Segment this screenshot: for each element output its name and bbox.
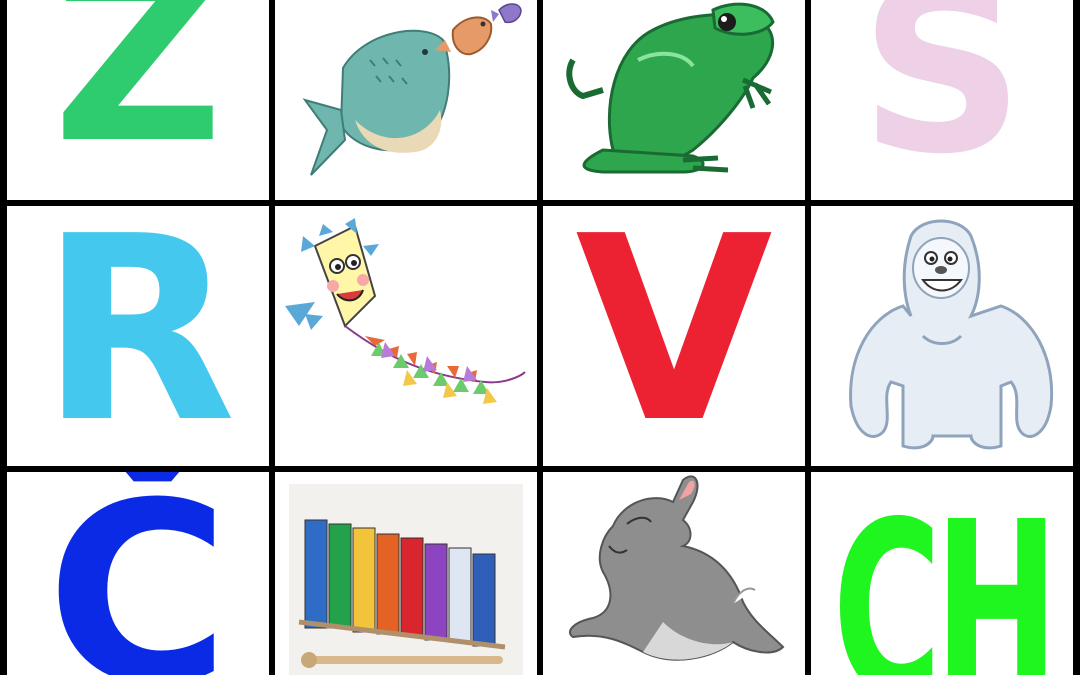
letter-z: Z [52, 0, 224, 195]
cell-letter-v: V [543, 206, 805, 466]
cell-letter-r: R [7, 206, 269, 466]
fish-icon [302, 3, 522, 176]
hare-icon [568, 475, 785, 661]
letter-v: V [575, 206, 773, 466]
cell-letter-ch: CH [811, 472, 1073, 675]
letter-s: S [859, 0, 1025, 200]
cell-yeti [811, 206, 1073, 466]
xylophone-icon [289, 484, 523, 675]
letter-r: R [39, 206, 237, 466]
cell-kite [275, 206, 537, 466]
letter-ch: CH [832, 472, 1059, 675]
cell-hare [543, 472, 805, 675]
letter-c-caron: Č [46, 472, 230, 675]
cell-fish [275, 0, 537, 200]
kite-icon [285, 218, 526, 404]
cell-frog [543, 0, 805, 200]
yeti-icon [849, 219, 1054, 450]
cell-xylophone [275, 472, 537, 675]
cell-letter-c-caron: Č [7, 472, 269, 675]
cell-letter-s: S [811, 0, 1073, 200]
frog-icon [566, 2, 775, 174]
cell-letter-z: Z [7, 0, 269, 200]
picture-letter-grid: Z S R V Č CH [0, 0, 1080, 675]
